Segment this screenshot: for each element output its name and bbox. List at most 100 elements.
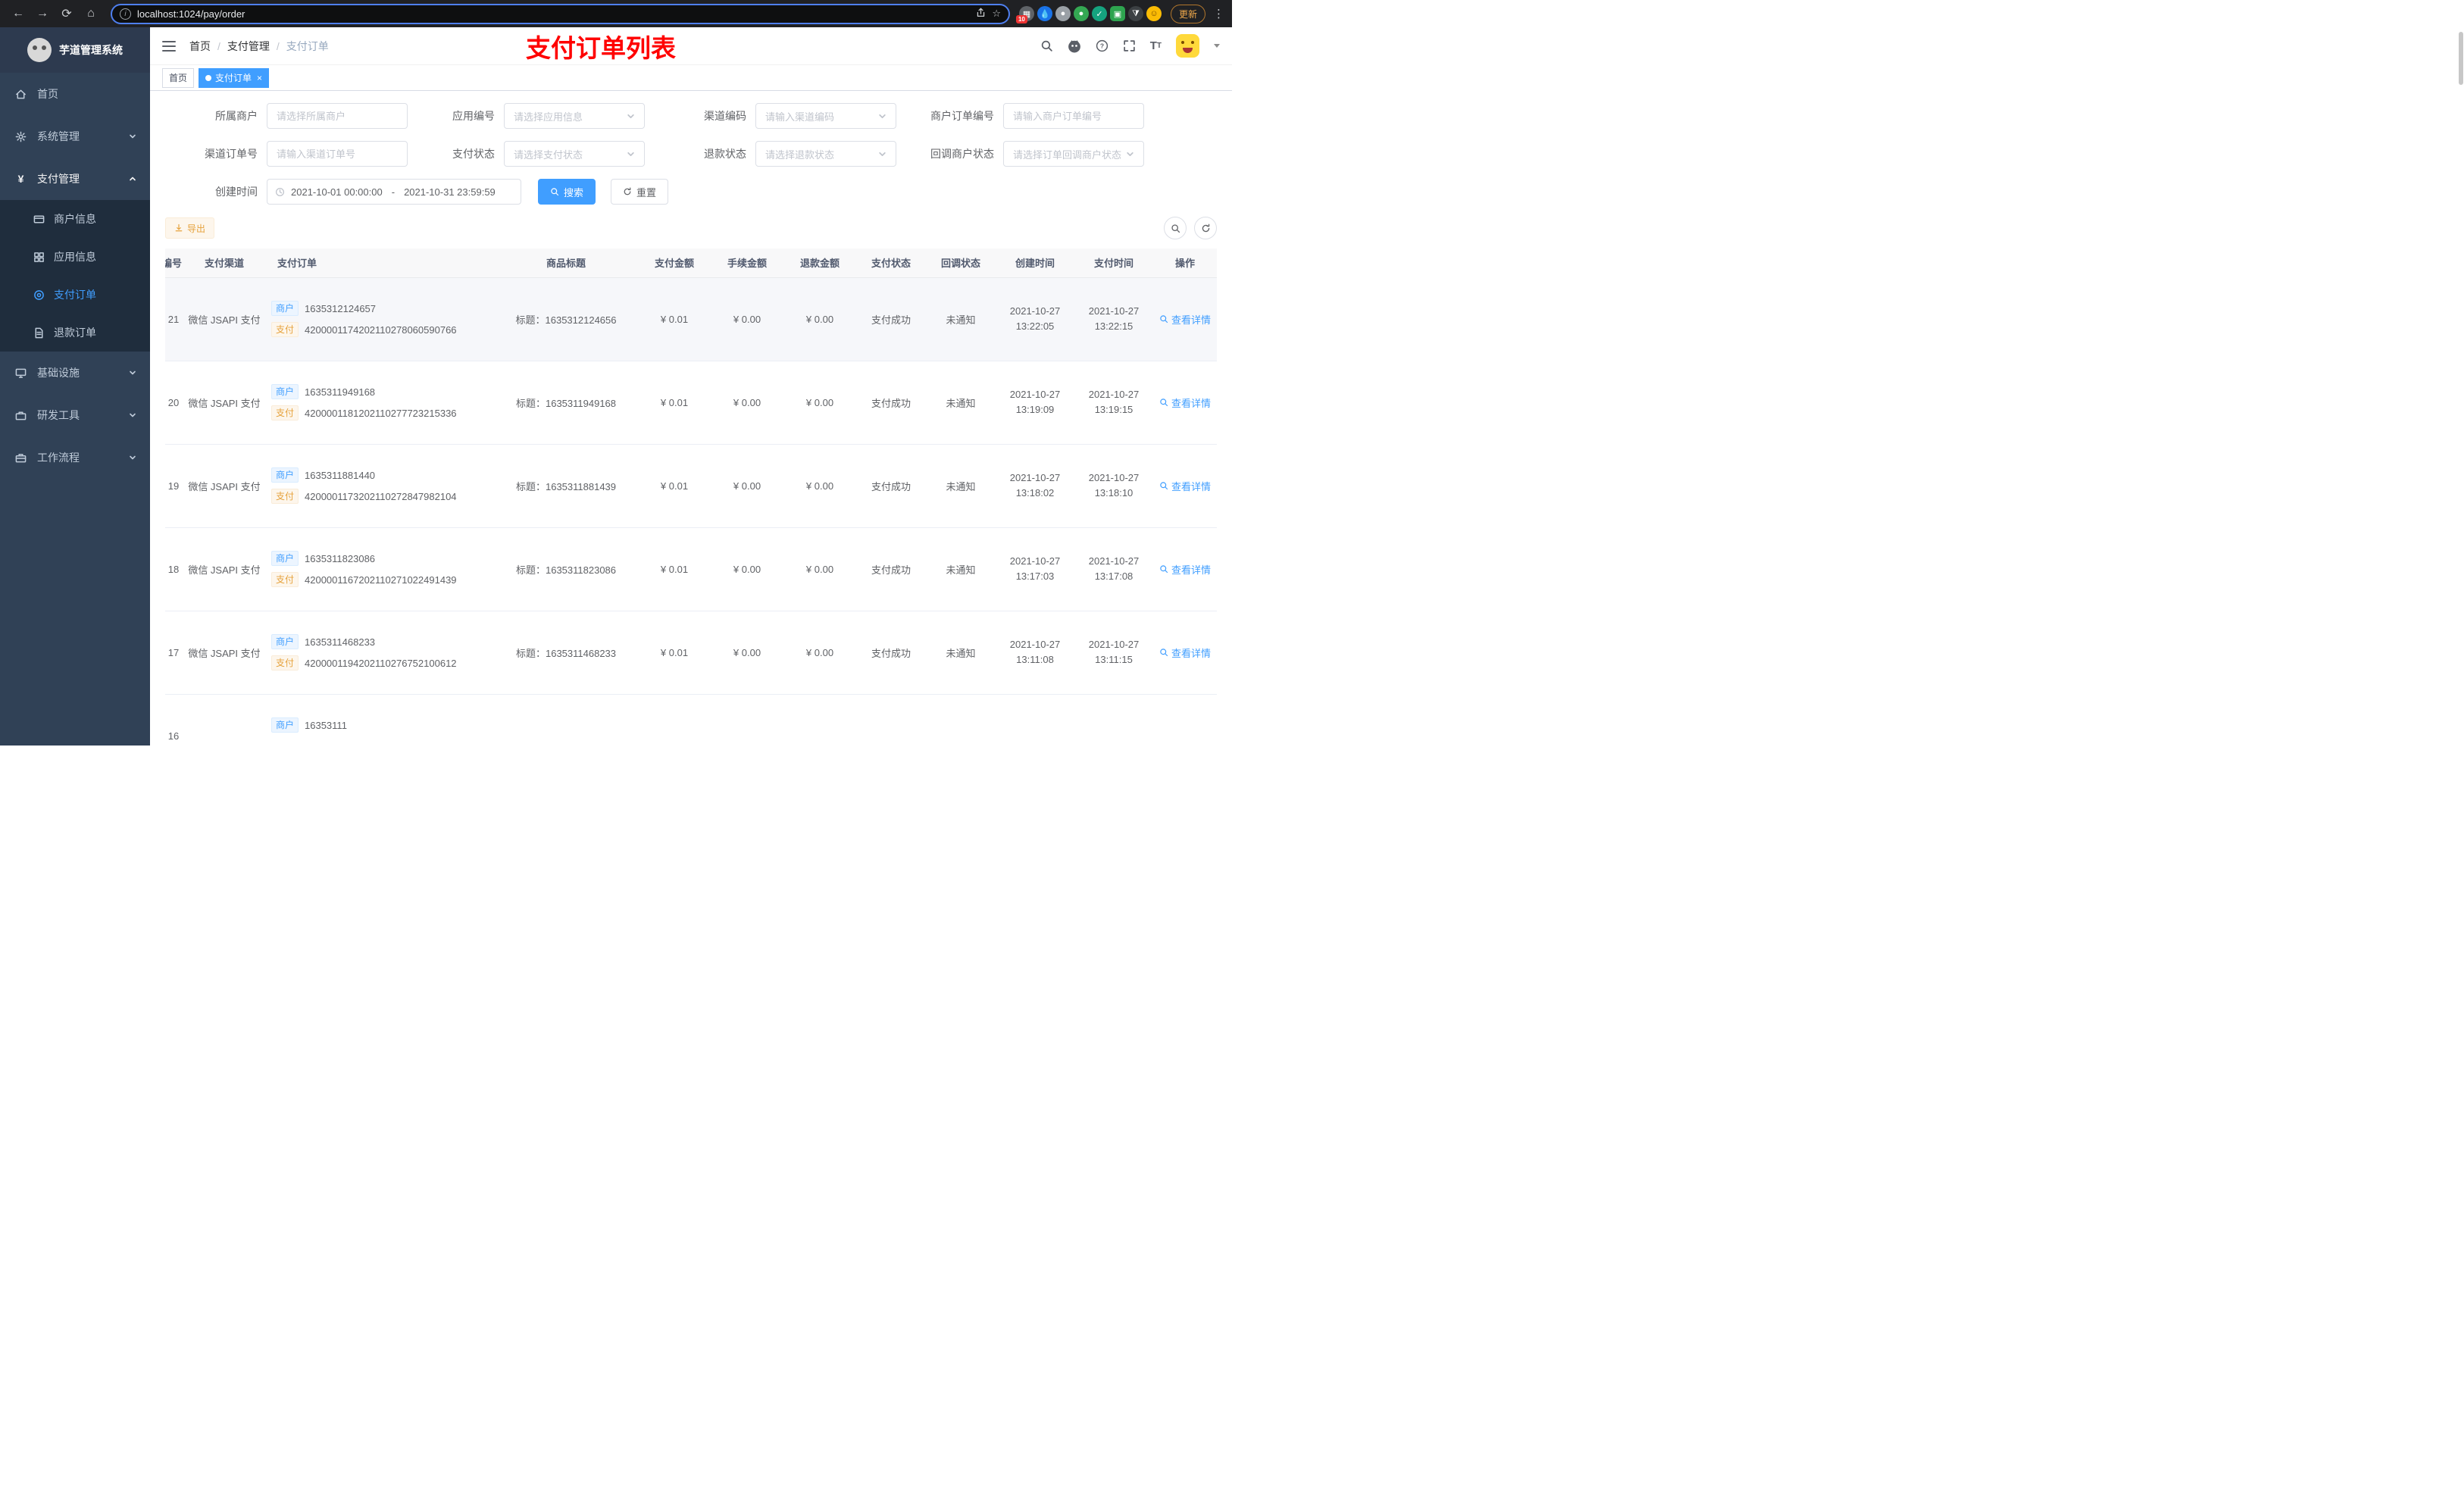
magnifier-icon xyxy=(1160,565,1168,574)
view-detail-link[interactable]: 查看详情 xyxy=(1159,479,1211,493)
notify-status-select[interactable]: 请选择订单回调商户状态 xyxy=(1003,141,1144,167)
home-button[interactable]: ⌂ xyxy=(80,3,102,24)
sidebar-item-merchant-info[interactable]: 商户信息 xyxy=(0,200,150,238)
channel-order-no: 4200001194202110276752100612 xyxy=(305,657,457,669)
sidebar-item-dev-tools[interactable]: 研发工具 xyxy=(0,394,150,436)
user-avatar[interactable] xyxy=(1176,34,1199,58)
github-icon[interactable] xyxy=(1068,39,1081,53)
tag-pay-order[interactable]: 支付订单 × xyxy=(199,67,270,88)
extension-icon-tabs[interactable]: ▦ 10 xyxy=(1015,6,1034,23)
extension-badge: 10 xyxy=(1015,15,1027,23)
avatar-caret-icon[interactable] xyxy=(1214,44,1220,48)
card-icon xyxy=(33,215,45,223)
sidebar-item-system[interactable]: 系统管理 xyxy=(0,115,150,158)
pay-status-select[interactable]: 请选择支付状态 xyxy=(504,141,645,167)
pay-status-cell xyxy=(856,694,926,746)
refund-amount-cell: ¥ 0.00 xyxy=(783,611,856,695)
pay-tag: 支付 xyxy=(271,655,299,670)
toggle-search-button[interactable] xyxy=(1164,217,1187,239)
notify-status-cell: 未通知 xyxy=(926,444,996,528)
pay-amount-cell: ¥ 0.01 xyxy=(638,361,711,445)
refund-status-label: 退款状态 xyxy=(704,148,746,160)
action-cell: 查看详情 xyxy=(1153,444,1217,528)
view-detail-link[interactable]: 查看详情 xyxy=(1159,562,1211,577)
merchant-order-no: 1635311823086 xyxy=(305,552,376,564)
channel-order-no-input[interactable] xyxy=(267,141,408,167)
collapse-sidebar-icon[interactable] xyxy=(162,40,176,52)
chevron-down-icon xyxy=(129,130,136,142)
action-cell: 查看详情 xyxy=(1153,527,1217,611)
notify-status-cell xyxy=(926,694,996,746)
extension-icon-check[interactable]: ✓ xyxy=(1091,6,1107,21)
sidebar-item-app-info[interactable]: 应用信息 xyxy=(0,238,150,276)
search-icon[interactable] xyxy=(1040,39,1053,52)
refund-amount-cell: ¥ 0.00 xyxy=(783,361,856,445)
date-range-picker[interactable]: 2021-10-01 00:00:00 - 2021-10-31 23:59:5… xyxy=(267,179,521,205)
extension-icon-green[interactable]: ● xyxy=(1073,6,1089,21)
view-detail-link[interactable]: 查看详情 xyxy=(1159,312,1211,327)
merchant-order-no: 1635312124657 xyxy=(305,302,377,314)
breadcrumb-home[interactable]: 首页 xyxy=(189,39,211,54)
page-content: 所属商户 应用编号 请选择应用信息 渠道编码 请输入渠道编码 商户订单编号 渠道… xyxy=(150,91,1232,746)
search-button[interactable]: 搜索 xyxy=(538,179,596,205)
sidebar-logo[interactable]: 芋道管理系统 xyxy=(0,27,150,73)
product-title-cell: 标题：1635312124656 xyxy=(494,277,638,361)
browser-menu-icon[interactable]: ⋮ xyxy=(1213,7,1224,20)
pay-time-cell: 2021-10-27 13:11:15 xyxy=(1074,611,1153,695)
channel-order-no: 4200001167202110271022491439 xyxy=(305,574,457,586)
fee-amount-cell: ¥ 0.00 xyxy=(711,527,783,611)
notify-status-label: 回调商户状态 xyxy=(930,148,994,160)
refund-status-select[interactable]: 请选择退款状态 xyxy=(755,141,896,167)
reload-button[interactable]: ⟳ xyxy=(56,3,77,24)
pay-tag: 支付 xyxy=(271,405,299,420)
extension-icon-drop[interactable]: 💧 xyxy=(1037,6,1052,21)
font-size-icon[interactable]: TT xyxy=(1150,39,1162,52)
forward-button[interactable]: → xyxy=(32,3,53,24)
app-no-select[interactable]: 请选择应用信息 xyxy=(504,103,645,129)
export-button[interactable]: 导出 xyxy=(165,217,215,239)
monitor-icon xyxy=(15,368,27,378)
channel-code-select[interactable]: 请输入渠道编码 xyxy=(755,103,896,129)
view-detail-link[interactable]: 查看详情 xyxy=(1159,395,1211,410)
page-scrollbar[interactable] xyxy=(2459,32,2463,85)
pay-amount-cell: ¥ 0.01 xyxy=(638,277,711,361)
product-title-cell: 标题：1635311949168 xyxy=(494,361,638,445)
pay-order-cell: 商户 1635312124657 支付 4200001174202110278060… xyxy=(267,277,494,361)
pay-tag: 支付 xyxy=(271,572,299,587)
back-button[interactable]: ← xyxy=(8,3,29,24)
bookmark-star-icon[interactable]: ☆ xyxy=(992,8,1001,20)
table-row: 18 微信 JSAPI 支付 商户 1635311823086 支付 4200001… xyxy=(165,527,1217,611)
sidebar-item-refund-order[interactable]: 退款订单 xyxy=(0,314,150,352)
extensions-puzzle-icon[interactable]: ⧩ xyxy=(1127,6,1143,21)
share-icon[interactable] xyxy=(976,8,986,20)
pay-channel-cell xyxy=(182,694,267,746)
sidebar-item-pay-order[interactable]: 支付订单 xyxy=(0,276,150,314)
date-end: 2021-10-31 23:59:59 xyxy=(404,186,496,198)
table-header-row: 编号 支付渠道 支付订单 商品标题 支付金额 手续金额 退款金额 支付状态 回调… xyxy=(165,248,1217,278)
create-time-label: 创建时间 xyxy=(215,186,258,198)
refresh-table-button[interactable] xyxy=(1194,217,1217,239)
pay-order-cell: 商户 1635311881440 支付 4200001173202110272847… xyxy=(267,444,494,528)
sidebar-item-payment[interactable]: ¥ 支付管理 xyxy=(0,158,150,200)
notify-status-cell: 未通知 xyxy=(926,277,996,361)
breadcrumb-payment[interactable]: 支付管理 xyxy=(227,39,270,54)
view-detail-link[interactable]: 查看详情 xyxy=(1159,645,1211,660)
fullscreen-icon[interactable] xyxy=(1123,39,1136,52)
extension-icon-chat[interactable]: ▣ xyxy=(1109,6,1125,21)
address-bar[interactable]: i localhost:1024/pay/order ☆ xyxy=(111,3,1010,24)
profile-avatar-icon[interactable]: ☺ xyxy=(1146,6,1162,21)
chrome-update-button[interactable]: 更新 xyxy=(1170,4,1205,23)
pay-status-cell: 支付成功 xyxy=(856,277,926,361)
close-tag-icon[interactable]: × xyxy=(257,73,262,83)
sidebar-item-infrastructure[interactable]: 基础设施 xyxy=(0,352,150,394)
sidebar-item-workflow[interactable]: 工作流程 xyxy=(0,436,150,479)
merchant-input[interactable] xyxy=(267,103,408,129)
tag-home[interactable]: 首页 xyxy=(162,67,195,88)
merchant-order-no-input[interactable] xyxy=(1003,103,1144,129)
help-icon[interactable]: ? xyxy=(1096,39,1108,52)
reset-button[interactable]: 重置 xyxy=(611,179,669,205)
toolbox-icon xyxy=(15,411,27,420)
extension-icon-gray[interactable]: ● xyxy=(1055,6,1071,21)
sidebar-item-home[interactable]: 首页 xyxy=(0,73,150,115)
site-info-icon[interactable]: i xyxy=(120,8,131,20)
